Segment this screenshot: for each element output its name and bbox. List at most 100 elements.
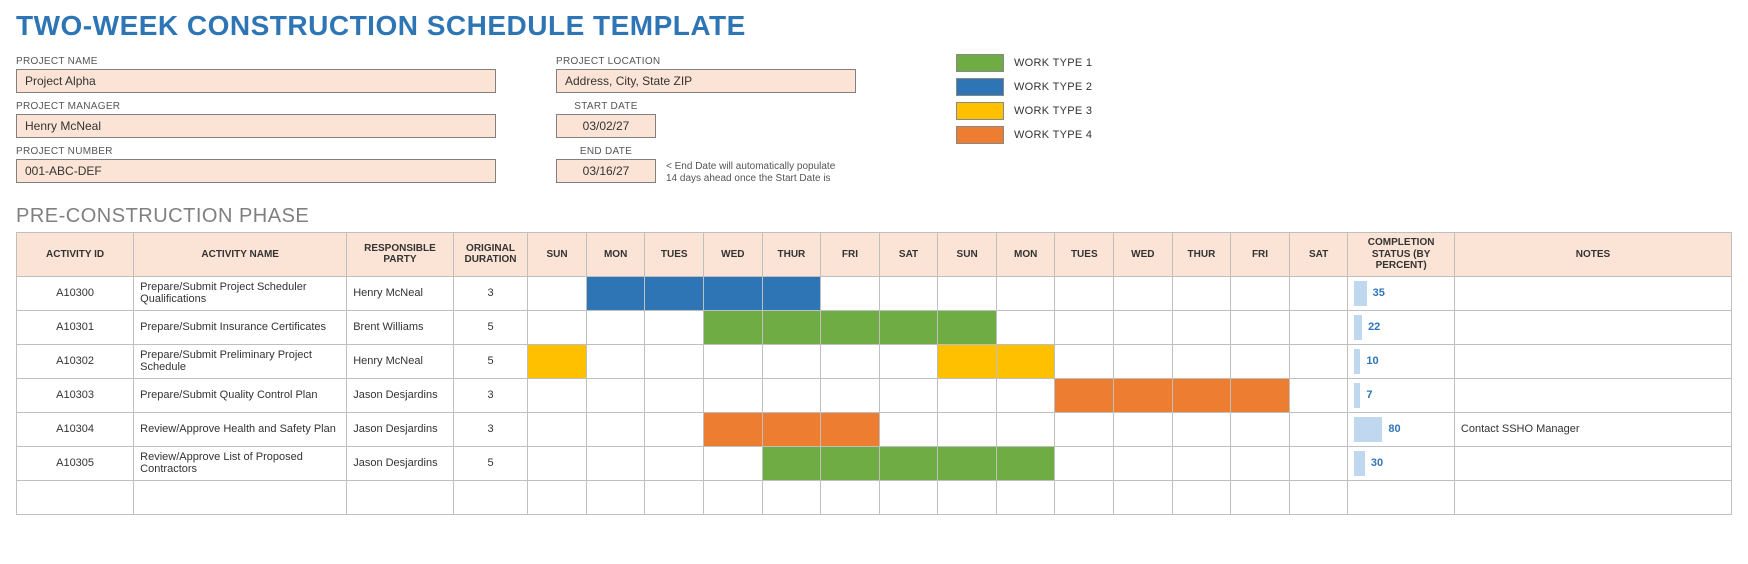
start-date-input[interactable]: 03/02/27 [556,114,656,138]
cell-duration[interactable]: 3 [453,412,528,446]
cell-day[interactable] [996,344,1055,378]
cell-empty[interactable] [1348,480,1455,514]
cell-day[interactable] [821,446,880,480]
cell-day[interactable] [1231,344,1290,378]
cell-day[interactable] [1055,276,1114,310]
cell-day[interactable] [938,310,997,344]
cell-completion[interactable]: 35 [1348,276,1455,310]
cell-day[interactable] [938,344,997,378]
cell-day[interactable] [528,412,587,446]
cell-day[interactable] [762,412,821,446]
cell-day[interactable] [1114,344,1173,378]
cell-responsible[interactable]: Henry McNeal [347,344,454,378]
cell-duration[interactable]: 3 [453,276,528,310]
cell-responsible[interactable]: Henry McNeal [347,276,454,310]
cell-day[interactable] [1289,310,1348,344]
cell-day[interactable] [1114,276,1173,310]
cell-day[interactable] [704,344,763,378]
cell-empty[interactable] [645,480,704,514]
cell-day[interactable] [1114,378,1173,412]
cell-day[interactable] [762,310,821,344]
cell-notes[interactable]: Contact SSHO Manager [1454,412,1731,446]
cell-notes[interactable] [1454,344,1731,378]
cell-completion[interactable]: 7 [1348,378,1455,412]
cell-completion[interactable]: 80 [1348,412,1455,446]
project-number-input[interactable]: 001-ABC-DEF [16,159,496,183]
cell-day[interactable] [1172,378,1231,412]
cell-activity-name[interactable]: Prepare/Submit Project Scheduler Qualifi… [134,276,347,310]
cell-empty[interactable] [17,480,134,514]
cell-day[interactable] [1055,446,1114,480]
cell-day[interactable] [586,344,645,378]
cell-responsible[interactable]: Jason Desjardins [347,446,454,480]
cell-empty[interactable] [1055,480,1114,514]
cell-day[interactable] [1289,378,1348,412]
cell-empty[interactable] [1114,480,1173,514]
cell-day[interactable] [1055,378,1114,412]
cell-day[interactable] [762,378,821,412]
cell-day[interactable] [528,378,587,412]
cell-day[interactable] [821,344,880,378]
cell-day[interactable] [1289,446,1348,480]
cell-activity-name[interactable]: Prepare/Submit Insurance Certificates [134,310,347,344]
cell-day[interactable] [762,446,821,480]
cell-day[interactable] [645,344,704,378]
cell-activity-name[interactable]: Prepare/Submit Quality Control Plan [134,378,347,412]
cell-empty[interactable] [1454,480,1731,514]
cell-activity-id[interactable]: A10301 [17,310,134,344]
cell-day[interactable] [528,310,587,344]
cell-day[interactable] [821,276,880,310]
cell-day[interactable] [879,344,938,378]
cell-day[interactable] [1055,412,1114,446]
cell-completion[interactable]: 22 [1348,310,1455,344]
cell-day[interactable] [645,446,704,480]
cell-activity-id[interactable]: A10304 [17,412,134,446]
cell-empty[interactable] [938,480,997,514]
cell-day[interactable] [762,276,821,310]
cell-day[interactable] [1055,310,1114,344]
project-name-input[interactable]: Project Alpha [16,69,496,93]
cell-day[interactable] [1114,412,1173,446]
cell-empty[interactable] [586,480,645,514]
cell-day[interactable] [996,276,1055,310]
cell-day[interactable] [1114,310,1173,344]
cell-day[interactable] [879,412,938,446]
cell-activity-name[interactable]: Review/Approve Health and Safety Plan [134,412,347,446]
cell-day[interactable] [1289,276,1348,310]
cell-day[interactable] [1289,344,1348,378]
cell-activity-id[interactable]: A10302 [17,344,134,378]
cell-day[interactable] [1172,412,1231,446]
cell-day[interactable] [821,378,880,412]
cell-notes[interactable] [1454,276,1731,310]
cell-day[interactable] [938,378,997,412]
cell-day[interactable] [1172,310,1231,344]
cell-day[interactable] [938,446,997,480]
cell-responsible[interactable]: Jason Desjardins [347,378,454,412]
cell-day[interactable] [645,310,704,344]
cell-empty[interactable] [347,480,454,514]
cell-day[interactable] [762,344,821,378]
cell-empty[interactable] [704,480,763,514]
cell-day[interactable] [1114,446,1173,480]
cell-day[interactable] [1231,446,1290,480]
cell-day[interactable] [938,412,997,446]
cell-day[interactable] [645,276,704,310]
cell-day[interactable] [1055,344,1114,378]
cell-day[interactable] [1231,276,1290,310]
cell-day[interactable] [586,412,645,446]
cell-empty[interactable] [996,480,1055,514]
cell-completion[interactable]: 10 [1348,344,1455,378]
cell-day[interactable] [1172,446,1231,480]
cell-empty[interactable] [134,480,347,514]
cell-day[interactable] [821,412,880,446]
cell-duration[interactable]: 5 [453,344,528,378]
cell-activity-id[interactable]: A10303 [17,378,134,412]
cell-day[interactable] [821,310,880,344]
cell-empty[interactable] [453,480,528,514]
cell-empty[interactable] [1172,480,1231,514]
cell-empty[interactable] [528,480,587,514]
cell-day[interactable] [528,276,587,310]
cell-day[interactable] [879,276,938,310]
cell-day[interactable] [1231,378,1290,412]
cell-empty[interactable] [1231,480,1290,514]
